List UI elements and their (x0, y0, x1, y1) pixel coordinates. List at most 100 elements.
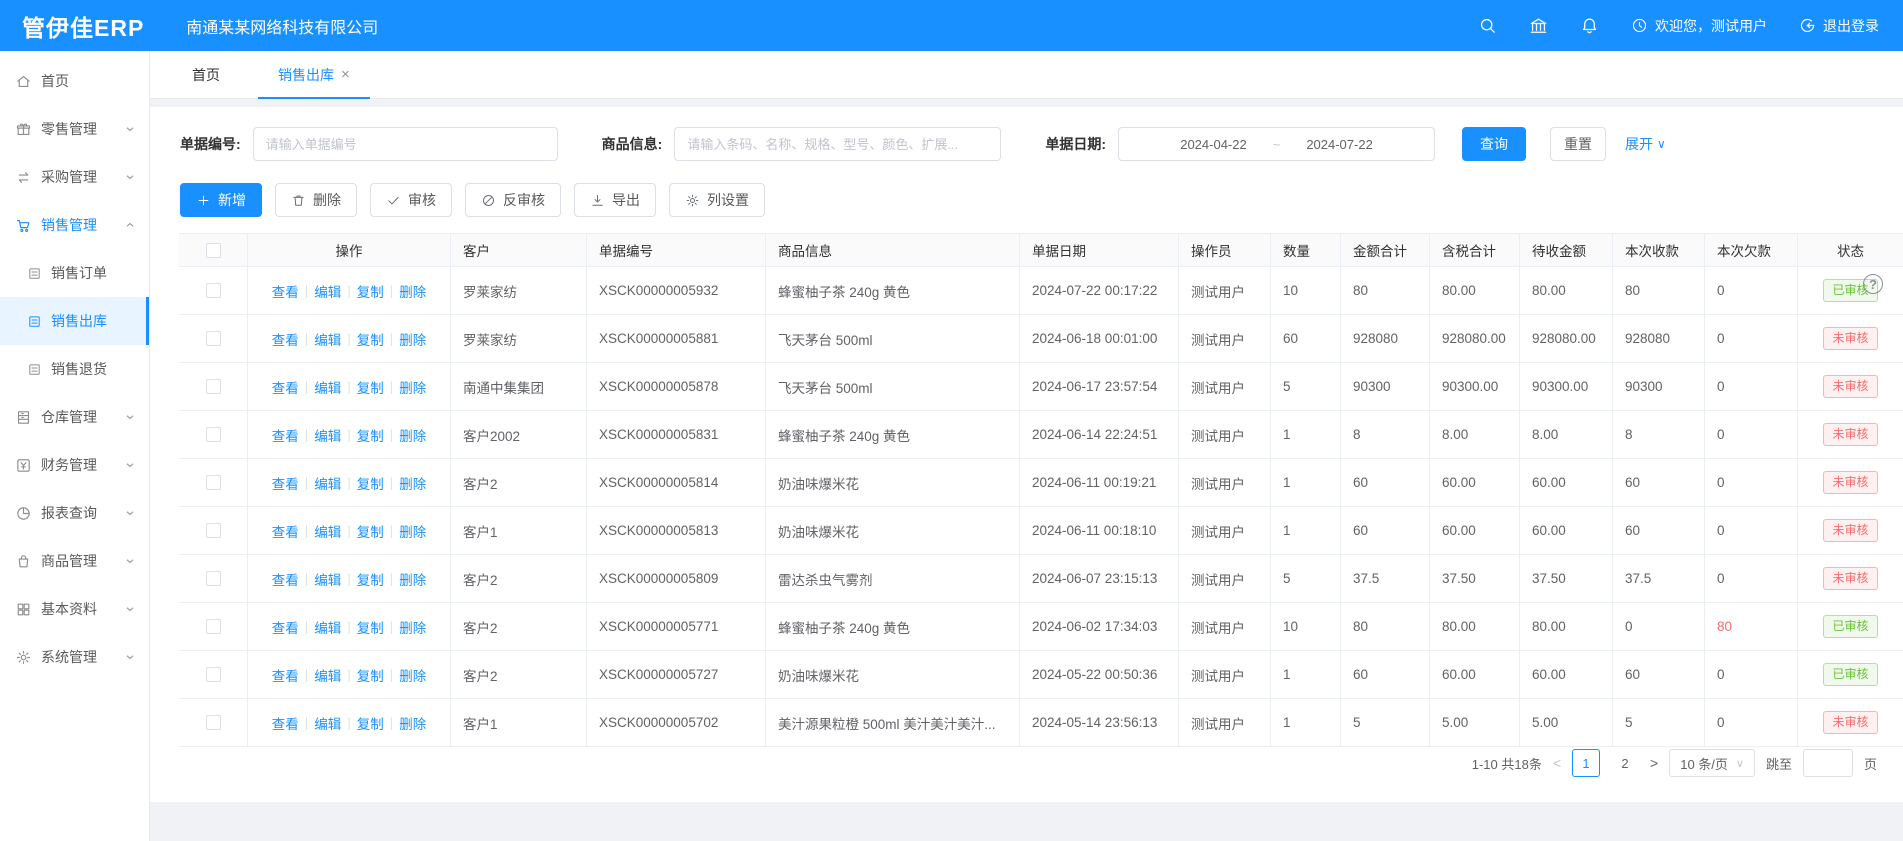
edit-link[interactable]: 编辑 (314, 521, 341, 541)
edit-link[interactable]: 编辑 (314, 569, 341, 589)
sidebar-item-retail[interactable]: 零售管理 (0, 105, 149, 153)
view-link[interactable]: 查看 (272, 665, 299, 685)
jump-label: 跳至 (1766, 754, 1792, 773)
view-link[interactable]: 查看 (272, 425, 299, 445)
sidebar-item-products[interactable]: 商品管理 (0, 537, 149, 585)
page-size-select[interactable]: 10 条/页 ∨ (1669, 749, 1755, 777)
tab-sales-outbound[interactable]: 销售出库 × (278, 51, 350, 98)
row-checkbox[interactable] (206, 523, 221, 538)
page-number-2[interactable]: 2 (1611, 749, 1639, 777)
row-checkbox[interactable] (206, 427, 221, 442)
copy-link[interactable]: 复制 (357, 713, 384, 733)
search-icon[interactable] (1478, 16, 1497, 35)
page-size-value: 10 条/页 (1680, 754, 1728, 773)
row-actions: 查看|编辑|复制|删除 (248, 411, 451, 458)
delete-link[interactable]: 删除 (399, 329, 426, 349)
sidebar-item-reports[interactable]: 报表查询 (0, 489, 149, 537)
edit-link[interactable]: 编辑 (314, 329, 341, 349)
cart-icon (15, 217, 32, 234)
copy-link[interactable]: 复制 (357, 329, 384, 349)
delete-link[interactable]: 删除 (399, 521, 426, 541)
copy-link[interactable]: 复制 (357, 281, 384, 301)
add-button[interactable]: 新增 (180, 183, 262, 217)
row-checkbox[interactable] (206, 571, 221, 586)
view-link[interactable]: 查看 (272, 329, 299, 349)
edit-link[interactable]: 编辑 (314, 473, 341, 493)
row-checkbox[interactable] (206, 475, 221, 490)
sidebar-item-sales[interactable]: 销售管理 (0, 201, 149, 249)
sidebar-item-home[interactable]: 首页 (0, 57, 149, 105)
date-to[interactable]: 2024-07-22 (1306, 137, 1373, 152)
edit-link[interactable]: 编辑 (314, 713, 341, 733)
view-link[interactable]: 查看 (272, 521, 299, 541)
row-checkbox[interactable] (206, 283, 221, 298)
reset-button[interactable]: 重置 (1550, 127, 1606, 161)
edit-link[interactable]: 编辑 (314, 617, 341, 637)
sidebar-item-system[interactable]: 系统管理 (0, 633, 149, 681)
delete-link[interactable]: 删除 (399, 473, 426, 493)
delete-link[interactable]: 删除 (399, 281, 426, 301)
view-link[interactable]: 查看 (272, 377, 299, 397)
sidebar-item-sales-outbound[interactable]: 销售出库 (0, 297, 149, 345)
delete-link[interactable]: 删除 (399, 425, 426, 445)
sidebar-item-warehouse[interactable]: 仓库管理 (0, 393, 149, 441)
row-checkbox[interactable] (206, 715, 221, 730)
page-number-1[interactable]: 1 (1572, 749, 1600, 777)
bank-icon[interactable] (1529, 16, 1548, 35)
row-checkbox[interactable] (206, 379, 221, 394)
row-checkbox[interactable] (206, 331, 221, 346)
prev-page-button[interactable]: < (1553, 755, 1561, 771)
copy-link[interactable]: 复制 (357, 665, 384, 685)
edit-link[interactable]: 编辑 (314, 665, 341, 685)
sidebar-item-finance[interactable]: 财务管理 (0, 441, 149, 489)
delete-link[interactable]: 删除 (399, 377, 426, 397)
copy-link[interactable]: 复制 (357, 377, 384, 397)
date-range-picker[interactable]: 2024-04-22 ~ 2024-07-22 (1118, 127, 1435, 161)
delete-link[interactable]: 删除 (399, 569, 426, 589)
delete-button[interactable]: 删除 (275, 183, 357, 217)
search-button[interactable]: 查询 (1462, 127, 1526, 161)
expand-link[interactable]: 展开 ∨ (1625, 134, 1666, 154)
copy-link[interactable]: 复制 (357, 617, 384, 637)
row-checkbox[interactable] (206, 667, 221, 682)
sidebar-item-purchase[interactable]: 采购管理 (0, 153, 149, 201)
audit-button[interactable]: 审核 (370, 183, 452, 217)
table-row: 查看|编辑|复制|删除 客户2 XSCK00000005814 奶油味爆米花 2… (179, 459, 1903, 507)
view-link[interactable]: 查看 (272, 713, 299, 733)
view-link[interactable]: 查看 (272, 473, 299, 493)
help-icon[interactable]: ? (1863, 274, 1883, 294)
sidebar-item-sales-order[interactable]: 销售订单 (0, 249, 149, 297)
date-from[interactable]: 2024-04-22 (1180, 137, 1247, 152)
delete-link[interactable]: 删除 (399, 617, 426, 637)
copy-link[interactable]: 复制 (357, 473, 384, 493)
column-settings-button[interactable]: 列设置 (669, 183, 765, 217)
copy-link[interactable]: 复制 (357, 569, 384, 589)
bill-no-input[interactable] (253, 127, 558, 161)
sidebar-item-basic-data[interactable]: 基本资料 (0, 585, 149, 633)
delete-link[interactable]: 删除 (399, 665, 426, 685)
sidebar-item-label: 商品管理 (41, 551, 124, 571)
download-icon (590, 193, 605, 208)
tab-home[interactable]: 首页 (192, 51, 220, 98)
user-menu[interactable]: 欢迎您，测试用户 (1631, 16, 1767, 36)
unaudit-button[interactable]: 反审核 (465, 183, 561, 217)
view-link[interactable]: 查看 (272, 617, 299, 637)
row-checkbox[interactable] (206, 619, 221, 634)
edit-link[interactable]: 编辑 (314, 425, 341, 445)
select-all-checkbox[interactable] (206, 243, 221, 258)
copy-link[interactable]: 复制 (357, 425, 384, 445)
product-info-input[interactable] (674, 127, 1001, 161)
export-button[interactable]: 导出 (574, 183, 656, 217)
edit-link[interactable]: 编辑 (314, 281, 341, 301)
copy-link[interactable]: 复制 (357, 521, 384, 541)
sidebar-item-sales-return[interactable]: 销售退货 (0, 345, 149, 393)
close-icon[interactable]: × (341, 67, 350, 82)
delete-link[interactable]: 删除 (399, 713, 426, 733)
logout-button[interactable]: 退出登录 (1799, 16, 1879, 36)
bell-icon[interactable] (1580, 16, 1599, 35)
next-page-button[interactable]: > (1650, 755, 1658, 771)
edit-link[interactable]: 编辑 (314, 377, 341, 397)
page-jump-input[interactable] (1803, 749, 1853, 777)
view-link[interactable]: 查看 (272, 281, 299, 301)
view-link[interactable]: 查看 (272, 569, 299, 589)
